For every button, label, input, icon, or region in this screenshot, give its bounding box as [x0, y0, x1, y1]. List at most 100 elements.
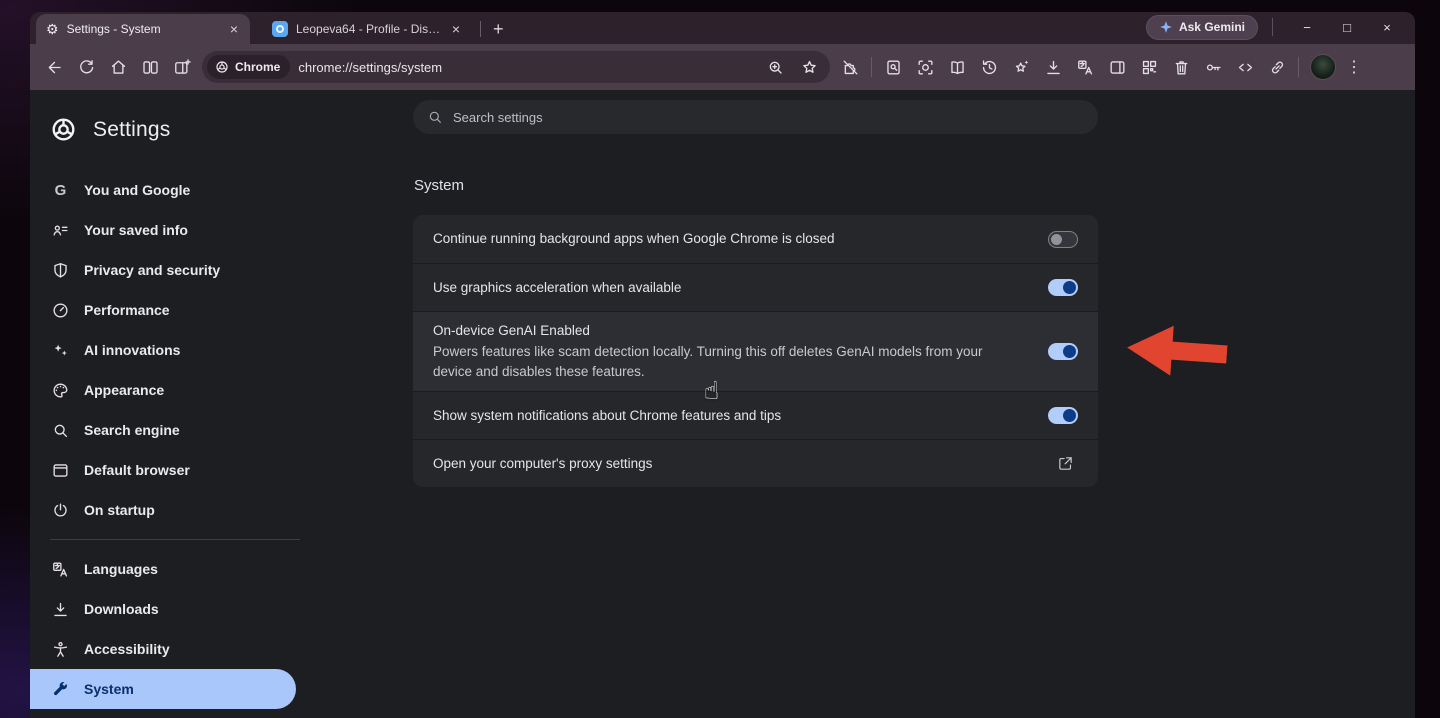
search-settings-input[interactable]: Search settings: [413, 100, 1098, 134]
kebab-menu-icon[interactable]: ⋮: [1342, 57, 1366, 77]
power-icon: [51, 501, 70, 520]
chrome-logo-icon: [50, 116, 77, 143]
new-tab-button[interactable]: +: [487, 19, 510, 40]
history-icon[interactable]: [973, 51, 1005, 83]
browser-toolbar: Chrome chrome://settings/system: [30, 44, 1415, 90]
url-text[interactable]: chrome://settings/system: [298, 60, 754, 75]
setting-row-system-notifications[interactable]: Show system notifications about Chrome f…: [413, 391, 1098, 439]
settings-main: Search settings System Continue running …: [413, 90, 1098, 487]
setting-row-on-device-genai[interactable]: On-device GenAI Enabled Powers features …: [413, 311, 1098, 391]
close-window-button[interactable]: ×: [1367, 20, 1407, 35]
minimize-button[interactable]: −: [1287, 20, 1327, 35]
tab-settings-system[interactable]: ⚙ Settings - System ×: [36, 14, 250, 44]
browser-window-icon: [51, 461, 70, 480]
close-tab-icon[interactable]: ×: [450, 21, 462, 37]
setting-description: Powers features like scam detection loca…: [433, 342, 1024, 382]
zoom-icon[interactable]: [762, 54, 788, 80]
setting-row-graphics-acceleration[interactable]: Use graphics acceleration when available: [413, 263, 1098, 311]
wrench-icon: [51, 680, 70, 699]
contact-card-icon: [51, 221, 70, 240]
section-title: System: [414, 177, 1098, 194]
address-bar[interactable]: Chrome chrome://settings/system: [202, 51, 830, 83]
downloads-icon[interactable]: [1037, 51, 1069, 83]
toolbar-separator: [871, 57, 872, 77]
toolbar-separator: [1298, 57, 1299, 77]
accessibility-person-icon: [51, 640, 70, 659]
site-badge-label: Chrome: [235, 60, 280, 74]
external-link-icon: [1052, 451, 1078, 477]
split-view-icon[interactable]: [134, 51, 166, 83]
close-tab-icon[interactable]: ×: [228, 21, 240, 37]
graphics-acceleration-toggle[interactable]: [1048, 279, 1078, 296]
tab-title: Leopeva64 - Profile - Disqus: [296, 22, 442, 36]
search-icon: [51, 421, 70, 440]
sidebar-item-reset-settings[interactable]: Reset settings: [30, 709, 296, 718]
settings-sidebar: Settings G You and Google Your saved inf…: [30, 90, 410, 718]
delete-browsing-data-icon[interactable]: [1165, 51, 1197, 83]
sidebar-item-you-and-google[interactable]: G You and Google: [30, 170, 296, 210]
system-settings-card: Continue running background apps when Go…: [413, 215, 1098, 487]
screen-capture-icon[interactable]: [909, 51, 941, 83]
on-device-genai-toggle[interactable]: [1048, 343, 1078, 360]
sidebar-item-downloads[interactable]: Downloads: [30, 589, 296, 629]
setting-row-background-apps[interactable]: Continue running background apps when Go…: [413, 215, 1098, 263]
download-icon: [51, 600, 70, 619]
settings-page: Settings G You and Google Your saved inf…: [30, 90, 1415, 718]
reading-list-icon[interactable]: [941, 51, 973, 83]
settings-gear-icon: ⚙: [46, 22, 59, 36]
disqus-favicon: [272, 21, 288, 37]
search-icon: [427, 109, 443, 125]
sparkles-icon: [51, 341, 70, 360]
system-notifications-toggle[interactable]: [1048, 407, 1078, 424]
profile-avatar[interactable]: [1310, 54, 1336, 80]
chrome-logo-icon: [215, 60, 229, 74]
sidebar-item-languages[interactable]: Languages: [30, 549, 296, 589]
hand-cursor: ☝: [704, 376, 719, 405]
passwords-key-icon[interactable]: [1197, 51, 1229, 83]
ask-gemini-label: Ask Gemini: [1179, 20, 1245, 34]
sidebar-item-privacy-and-security[interactable]: Privacy and security: [30, 250, 296, 290]
sidebar-item-default-browser[interactable]: Default browser: [30, 450, 296, 490]
sidebar-item-appearance[interactable]: Appearance: [30, 370, 296, 410]
tab-separator: [480, 21, 481, 37]
link-icon[interactable]: [1261, 51, 1293, 83]
side-panel-add-icon[interactable]: [166, 51, 198, 83]
search-placeholder: Search settings: [453, 110, 543, 125]
sidebar-divider: [50, 539, 300, 540]
window-separator: [1272, 18, 1273, 36]
translate-icon[interactable]: [1069, 51, 1101, 83]
ask-gemini-button[interactable]: Ask Gemini: [1146, 15, 1258, 40]
reload-button[interactable]: [70, 51, 102, 83]
desktop-background: ⚙ Settings - System × Leopeva64 - Profil…: [0, 0, 1440, 718]
extensions-disabled-icon[interactable]: [834, 51, 866, 83]
palette-icon: [51, 381, 70, 400]
gemini-sparkle-icon: [1159, 20, 1173, 34]
tab-strip: ⚙ Settings - System × Leopeva64 - Profil…: [30, 12, 1415, 44]
languages-icon: [51, 560, 70, 579]
search-page-icon[interactable]: [877, 51, 909, 83]
sidebar-item-accessibility[interactable]: Accessibility: [30, 629, 296, 669]
tab-disqus-profile[interactable]: Leopeva64 - Profile - Disqus ×: [262, 14, 472, 44]
google-g-icon: G: [51, 182, 70, 199]
tab-title: Settings - System: [67, 22, 220, 36]
side-panel-icon[interactable]: [1101, 51, 1133, 83]
home-button[interactable]: [102, 51, 134, 83]
setting-row-proxy-settings[interactable]: Open your computer's proxy settings: [413, 439, 1098, 487]
speedometer-icon: [51, 301, 70, 320]
bookmark-star-icon[interactable]: [796, 54, 822, 80]
maximize-button[interactable]: □: [1327, 20, 1367, 35]
sidebar-item-on-startup[interactable]: On startup: [30, 490, 296, 530]
background-apps-toggle[interactable]: [1048, 231, 1078, 248]
shield-icon: [51, 261, 70, 280]
qr-code-icon[interactable]: [1133, 51, 1165, 83]
sidebar-item-ai-innovations[interactable]: AI innovations: [30, 330, 296, 370]
sidebar-item-your-saved-info[interactable]: Your saved info: [30, 210, 296, 250]
bookmarks-sparkle-icon[interactable]: [1005, 51, 1037, 83]
sidebar-item-performance[interactable]: Performance: [30, 290, 296, 330]
sidebar-item-system[interactable]: System: [30, 669, 296, 709]
settings-title: Settings: [93, 118, 170, 142]
site-badge[interactable]: Chrome: [207, 55, 290, 79]
developer-code-icon[interactable]: [1229, 51, 1261, 83]
sidebar-item-search-engine[interactable]: Search engine: [30, 410, 296, 450]
back-button[interactable]: [38, 51, 70, 83]
